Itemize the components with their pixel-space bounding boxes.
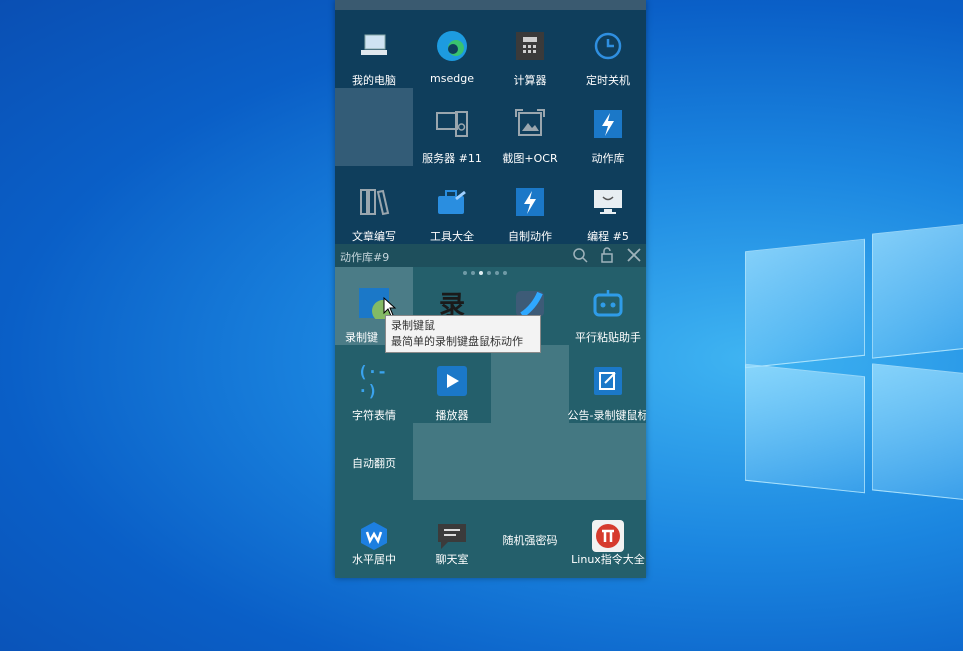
search-icon[interactable] [572,247,588,263]
tooltip-description: 最简单的录制键盘鼠标动作 [391,335,523,348]
monitor-icon [592,186,624,218]
tile-parallel-paste[interactable]: 平行粘贴助手 [569,267,646,345]
tile-msedge[interactable]: msedge [413,10,491,88]
tile-char-emoji[interactable]: (·-·) 字符表情 [335,345,413,423]
toolbox-icon [436,186,468,218]
tile-auto-page[interactable]: 自动翻页 [335,423,413,501]
note-icon [592,365,624,397]
tools-icon[interactable] [626,247,642,263]
player-icon [436,365,468,397]
tile-my-computer[interactable]: 我的电脑 [335,10,413,88]
robot-icon [592,287,624,319]
clock-icon [592,30,624,62]
library-titlebar: 动作库#9 [335,244,646,275]
wps-icon [358,520,390,552]
tile-shutdown-timer[interactable]: 定时关机 [569,10,646,88]
tile-screenshot-ocr[interactable]: 截图+OCR [491,88,569,166]
chat-icon [436,520,468,552]
books-icon [358,186,390,218]
tooltip-title: 录制键鼠 [391,319,435,332]
calculator-icon [514,30,546,62]
tile-calculator[interactable]: 计算器 [491,10,569,88]
tile-linux-commands[interactable]: Linux指令大全 [569,500,646,578]
empty-highlight [491,345,569,423]
lock-icon[interactable] [599,247,615,263]
empty-highlight [413,423,569,500]
tile-action-library[interactable]: 动作库 [569,88,646,166]
empty-highlight [335,88,413,166]
tile-player[interactable]: 播放器 [413,345,491,423]
server-icon [436,108,468,140]
windows-logo [735,215,963,515]
tile-tools[interactable]: 工具大全 [413,166,491,244]
edge-icon [436,30,468,62]
lightning-icon [592,108,624,140]
screenshot-icon [514,108,546,140]
computer-icon [358,30,390,62]
tile-article-writing[interactable]: 文章编写 [335,166,413,244]
tooltip: 录制键鼠 最简单的录制键盘鼠标动作 [385,315,541,353]
tile-server-11[interactable]: 服务器 #11 [413,88,491,166]
tile-random-password[interactable]: 随机强密码 [491,500,569,578]
empty-highlight [569,423,646,500]
library-title: 动作库#9 [340,251,390,264]
tile-custom-action[interactable]: 自制动作 [491,166,569,244]
launcher-panel: 我的电脑 msedge 计算器 定时关机 服务器 #11 截图+OCR 动作库 … [335,0,646,578]
emoticon-icon: (·-·) [358,362,387,400]
lightning-icon [514,186,546,218]
tile-chatroom[interactable]: 聊天室 [413,500,491,578]
tile-horizontal-center[interactable]: 水平居中 [335,500,413,578]
tile-programming-5[interactable]: 编程 #5 [569,166,646,244]
pi-icon [592,520,624,552]
top-launcher-section: 我的电脑 msedge 计算器 定时关机 服务器 #11 截图+OCR 动作库 … [335,0,646,244]
top-strip [335,0,646,10]
tile-notice-record[interactable]: 公告-录制键鼠标 [568,345,646,423]
